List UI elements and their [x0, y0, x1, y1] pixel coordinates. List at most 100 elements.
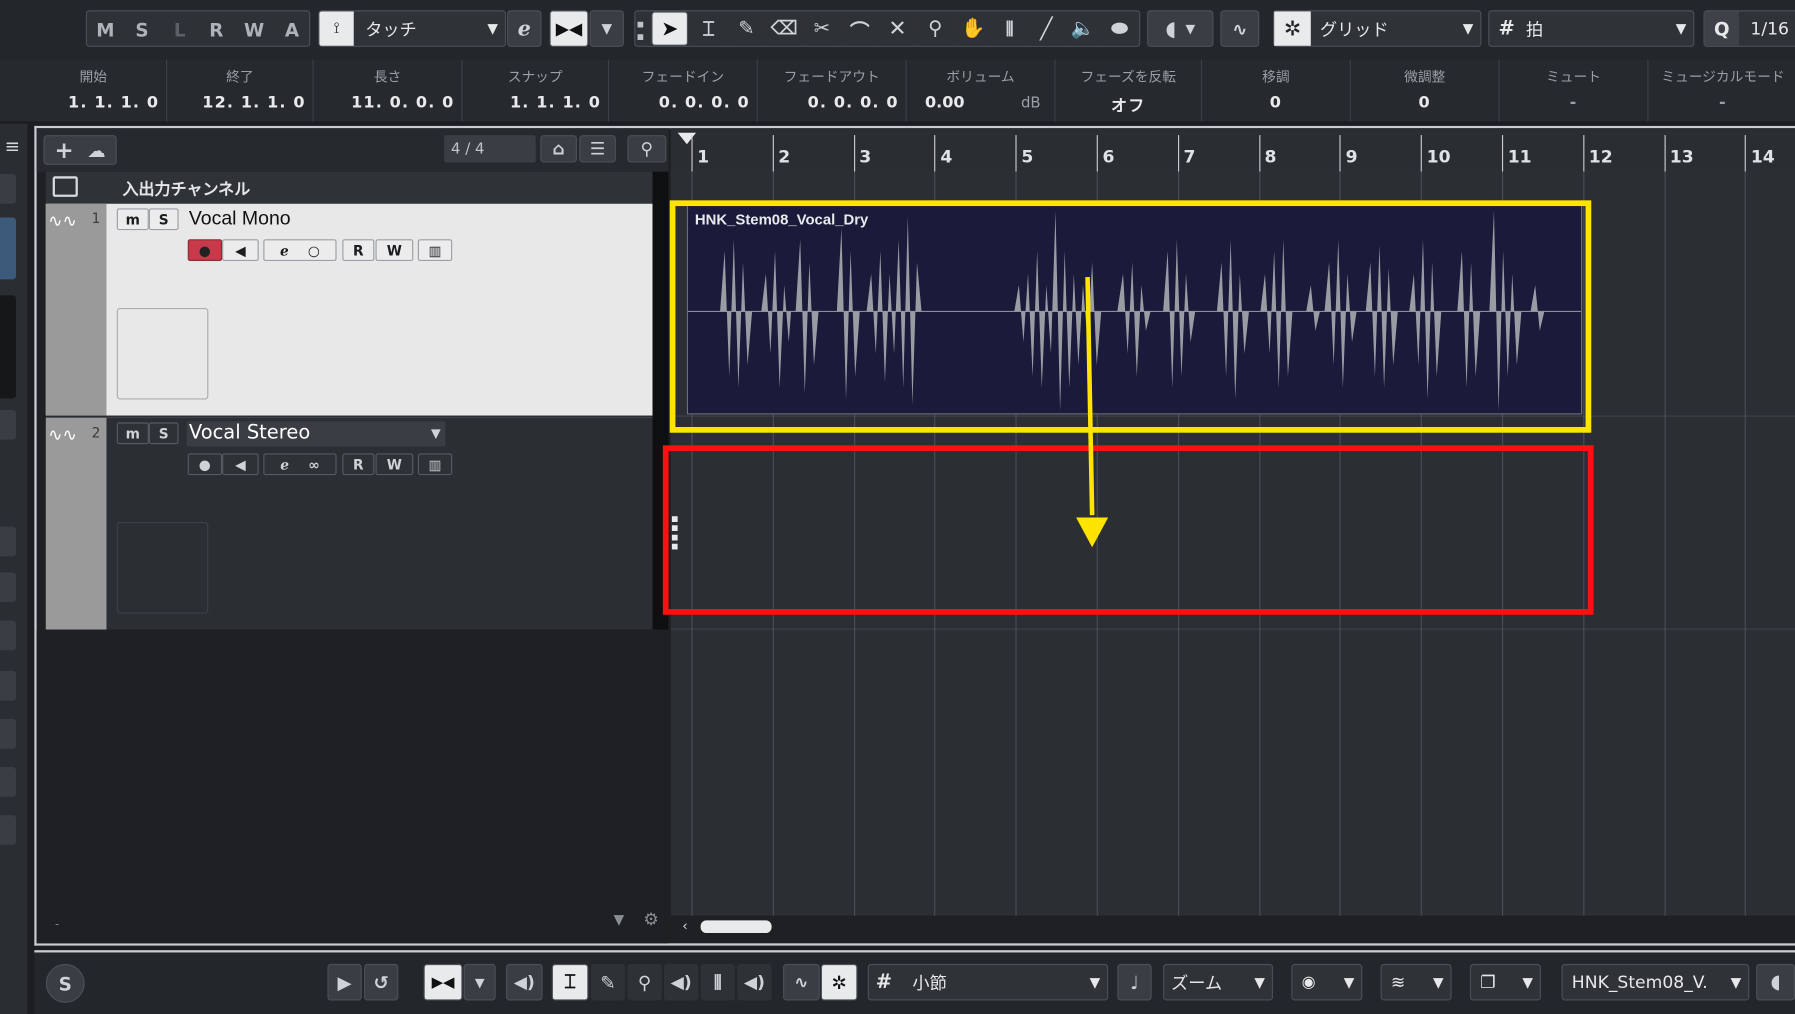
info-transpose[interactable]: 移調 0	[1202, 59, 1351, 122]
monitor-icon[interactable]: ◀	[222, 239, 259, 262]
snap-on-off-icon[interactable]: ∿	[1220, 10, 1260, 47]
grid-type-dropdown[interactable]: # 拍 ▼	[1488, 10, 1695, 47]
left-zone-tab[interactable]	[0, 718, 17, 749]
track-picture-placeholder[interactable]	[116, 307, 209, 400]
track-vocal-mono[interactable]: ∿∿ 1 m S Vocal Mono ● ◀ ℯ ○ R W ▥	[45, 203, 653, 416]
mute-button[interactable]: m	[116, 208, 149, 231]
layers-dropdown[interactable]: ≋ ▼	[1380, 963, 1452, 1001]
lanes-icon[interactable]: ▥	[417, 453, 453, 476]
mute-all-button[interactable]: M	[88, 14, 122, 46]
automation-mode-dropdown[interactable]: ⟟ タッチ ▼	[318, 10, 507, 47]
left-zone-tab[interactable]	[0, 526, 17, 557]
loop-icon[interactable]: ↺	[364, 963, 399, 1001]
play-tool-icon[interactable]: 🔈	[1064, 11, 1102, 46]
chevron-down-icon[interactable]: ▼	[589, 10, 624, 47]
zoom-tool-icon[interactable]: ⚲	[916, 11, 954, 46]
solo-button[interactable]: S	[148, 208, 179, 231]
palette-icon[interactable]: ◖	[1756, 963, 1795, 1001]
info-length[interactable]: 長さ 11. 0. 0. 0	[314, 59, 463, 122]
read-automation-button[interactable]: R	[342, 453, 375, 476]
info-invert-phase[interactable]: フェーズを反転 オフ	[1056, 59, 1203, 122]
play-icon[interactable]: ▶	[327, 963, 362, 1001]
info-volume[interactable]: ボリューム 0.00 dB	[907, 59, 1056, 122]
snap-type-dropdown[interactable]: ✲ グリッド ▼	[1273, 10, 1482, 47]
pencil-tool-icon[interactable]: ✎	[590, 963, 626, 1001]
track-visibility-icon[interactable]: ⌂	[540, 135, 577, 163]
glue-tool-icon[interactable]: ⌒	[841, 11, 879, 46]
chevron-left-icon[interactable]: ‹	[682, 918, 688, 934]
left-zone-tab[interactable]	[0, 815, 17, 845]
left-zone-tab[interactable]	[0, 217, 17, 280]
zoom-tool-icon[interactable]: ⚲	[627, 963, 662, 1001]
read-automation-button[interactable]: R	[342, 239, 375, 262]
info-mute[interactable]: ミュート -	[1500, 59, 1649, 122]
left-zone-tab[interactable]	[0, 620, 17, 651]
drag-handle-icon[interactable]: ▪ ▪	[637, 18, 646, 43]
sync-icon[interactable]: S	[45, 963, 85, 1003]
comp-tool-icon[interactable]: ⫼	[700, 963, 735, 1001]
lanes-icon[interactable]: ▥	[417, 239, 453, 262]
edit-channel-settings-icon[interactable]: ℯ ○	[263, 239, 337, 262]
left-zone-tab[interactable]	[0, 409, 17, 440]
menu-icon[interactable]: ≡	[5, 135, 20, 157]
solo-all-button[interactable]: S	[125, 14, 159, 46]
folder-track[interactable]: 入出力チャンネル	[45, 171, 653, 205]
info-fade-out[interactable]: フェードアウト 0. 0. 0. 0	[758, 59, 907, 122]
write-all-button[interactable]: W	[237, 14, 271, 46]
left-zone-tab[interactable]	[0, 174, 17, 204]
gear-icon[interactable]: ⚙	[643, 909, 658, 930]
info-end[interactable]: 終了 12. 1. 1. 0	[167, 59, 314, 122]
search-icon[interactable]: ⚲	[627, 135, 667, 163]
left-zone-tab[interactable]	[0, 767, 17, 797]
visibility-dropdown[interactable]: ◉ ▼	[1291, 963, 1363, 1001]
chevron-down-icon[interactable]: ▼	[614, 911, 625, 927]
play-tool-icon[interactable]: ◀)	[737, 963, 772, 1001]
snap-on-off-icon[interactable]: ∿	[783, 963, 820, 1001]
window-layout-dropdown[interactable]: ❐ ▼	[1469, 963, 1541, 1001]
left-zone-tab[interactable]	[0, 670, 17, 701]
info-start[interactable]: 開始 1. 1. 1. 0	[21, 59, 168, 122]
range-select-tool-icon[interactable]: ⌶	[551, 963, 589, 1001]
scissors-tool-icon[interactable]: ✂	[803, 11, 841, 46]
info-musical-mode[interactable]: ミュージカルモード -	[1649, 60, 1795, 122]
activate-all-button[interactable]: A	[275, 14, 309, 46]
track-name[interactable]: Vocal Mono	[189, 207, 291, 230]
comp-tool-icon[interactable]: ⫼	[991, 11, 1029, 46]
write-automation-button[interactable]: W	[375, 453, 414, 476]
list-icon[interactable]: ☰	[579, 135, 616, 163]
range-select-tool-icon[interactable]: ⌶	[690, 11, 727, 46]
horizontal-scrollbar[interactable]: ‹	[670, 915, 1795, 939]
eraser-tool-icon[interactable]: ⌫	[765, 11, 803, 46]
cloud-icon[interactable]: ☁	[87, 139, 105, 161]
record-enable-icon[interactable]: ●	[187, 239, 223, 262]
info-snap[interactable]: スナップ 1. 1. 1. 0	[462, 59, 610, 122]
color-tool-icon[interactable]: ⬬	[1101, 11, 1138, 46]
left-zone-tab[interactable]	[0, 572, 17, 603]
scrollbar-thumb[interactable]	[700, 920, 772, 934]
constrain-delay-icon[interactable]: ℯ	[507, 10, 542, 47]
line-tool-icon[interactable]: ╱	[1028, 11, 1065, 46]
add-track-icon[interactable]: +	[55, 136, 74, 163]
ruler-format-dropdown[interactable]: # 小節 ▼	[867, 963, 1109, 1001]
object-select-tool-icon[interactable]: ➤	[651, 11, 689, 46]
autoscroll-icon[interactable]: ▶◀	[549, 10, 589, 47]
audition-icon[interactable]: ◀)	[506, 963, 543, 1001]
mute-tool-icon[interactable]: ✕	[879, 11, 916, 46]
event-select-dropdown[interactable]: HNK_Stem08_V. ▼	[1561, 963, 1750, 1001]
write-automation-button[interactable]: W	[375, 239, 414, 262]
cursor-mode-dropdown[interactable]: ◖ ▼	[1147, 10, 1214, 47]
note-icon[interactable]: ♩	[1117, 963, 1152, 1001]
mute-button[interactable]: m	[116, 422, 149, 445]
speaker-icon[interactable]: ◀)	[663, 963, 699, 1001]
monitor-icon[interactable]: ◀	[222, 453, 259, 476]
hand-tool-icon[interactable]: ✋	[954, 11, 992, 46]
read-all-button[interactable]: R	[199, 14, 233, 46]
chevron-down-icon[interactable]: ▼	[463, 963, 496, 1001]
solo-button[interactable]: S	[148, 422, 179, 445]
snap-grid-icon[interactable]: ✲	[820, 963, 858, 1001]
pencil-tool-icon[interactable]: ✎	[728, 11, 765, 46]
info-fine-tune[interactable]: 微調整 0	[1351, 59, 1500, 122]
info-fade-in[interactable]: フェードイン 0. 0. 0. 0	[609, 59, 758, 122]
track-picture-placeholder[interactable]	[116, 522, 209, 614]
listen-all-button[interactable]: L	[163, 14, 197, 46]
